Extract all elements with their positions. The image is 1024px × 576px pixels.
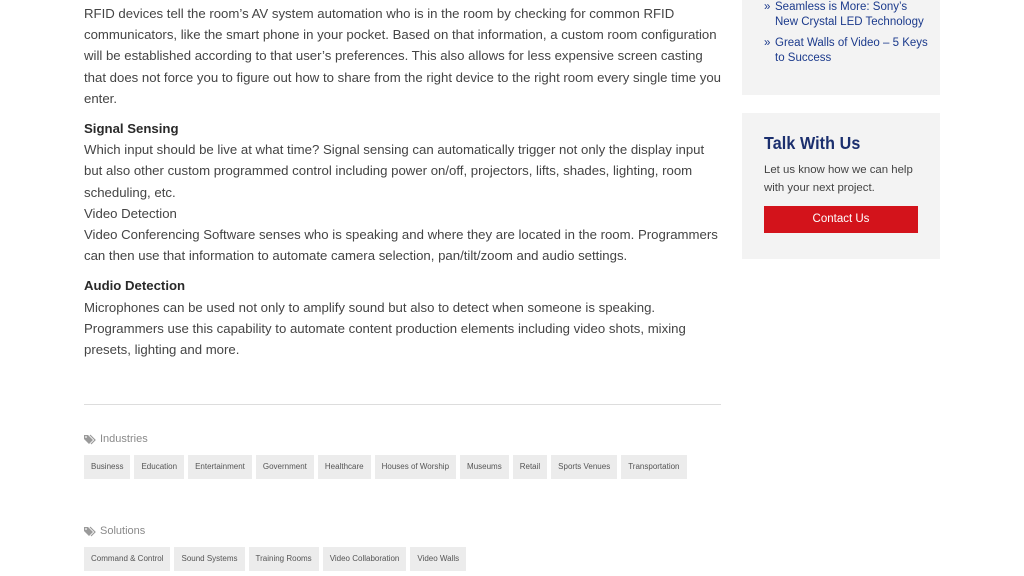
audio-detection-heading: Audio Detection [84,278,186,294]
industry-tag[interactable]: Retail [512,455,548,479]
talk-with-us-widget: Talk With Us Let us know how we can help… [742,113,940,259]
content-divider [84,404,721,405]
solutions-label: Solutions [84,525,145,537]
signal-sensing-heading: Signal Sensing [84,121,179,137]
industry-tag[interactable]: Museums [460,455,509,479]
recent-post-item[interactable]: » Great Walls of Video – 5 Keys to Succe… [764,36,928,65]
solution-tag[interactable]: Video Walls [410,547,467,571]
bullet-icon: » [764,1,771,13]
industries-label-text: Industries [100,433,148,445]
video-detection-heading: Video Detection [84,205,177,221]
solution-tag[interactable]: Training Rooms [248,547,319,571]
industry-tag[interactable]: Education [134,455,185,479]
tags-icon [84,434,96,445]
recent-post-link[interactable]: Seamless is More: Sony’s New Crystal LED… [775,1,924,28]
intro-paragraph: RFID devices tell the room’s AV system a… [84,6,721,106]
industry-tag[interactable]: Entertainment [188,455,252,479]
article-body: RFID devices tell the room’s AV system a… [84,3,721,360]
solutions-tag-list: Command & Control Sound Systems Training R… [84,547,724,571]
solution-tag[interactable]: Video Collaboration [322,547,407,571]
talk-with-us-title: Talk With Us [764,133,861,153]
industry-tag[interactable]: Sports Venues [551,455,618,479]
contact-us-button[interactable]: Contact Us [764,206,918,233]
solution-tag[interactable]: Sound Systems [174,547,245,571]
industries-label: Industries [84,433,148,445]
industry-tag[interactable]: Transportation [621,455,687,479]
audio-detection-text: Microphones can be used not only to ampl… [84,299,686,358]
video-detection-text: Video Conferencing Software senses who i… [84,227,718,264]
signal-sensing-text: Which input should be live at what time?… [84,142,705,200]
industry-tag[interactable]: Healthcare [317,455,371,479]
industry-tag[interactable]: Business [84,455,131,479]
solution-tag[interactable]: Command & Control [84,547,171,571]
recent-post-item[interactable]: » Seamless is More: Sony’s New Crystal L… [764,0,928,29]
tags-icon [84,526,96,537]
industries-tag-list: Business Education Entertainment Government… [84,455,724,479]
recent-posts-widget: » Seamless is More: Sony’s New Crystal L… [742,0,940,95]
solutions-label-text: Solutions [100,525,146,537]
talk-with-us-text: Let us know how we can help with your ne… [764,164,913,194]
bullet-icon: » [764,37,771,49]
recent-post-link[interactable]: Great Walls of Video – 5 Keys to Success [775,37,928,64]
industry-tag[interactable]: Government [255,455,314,479]
industry-tag[interactable]: Houses of Worship [374,455,457,479]
